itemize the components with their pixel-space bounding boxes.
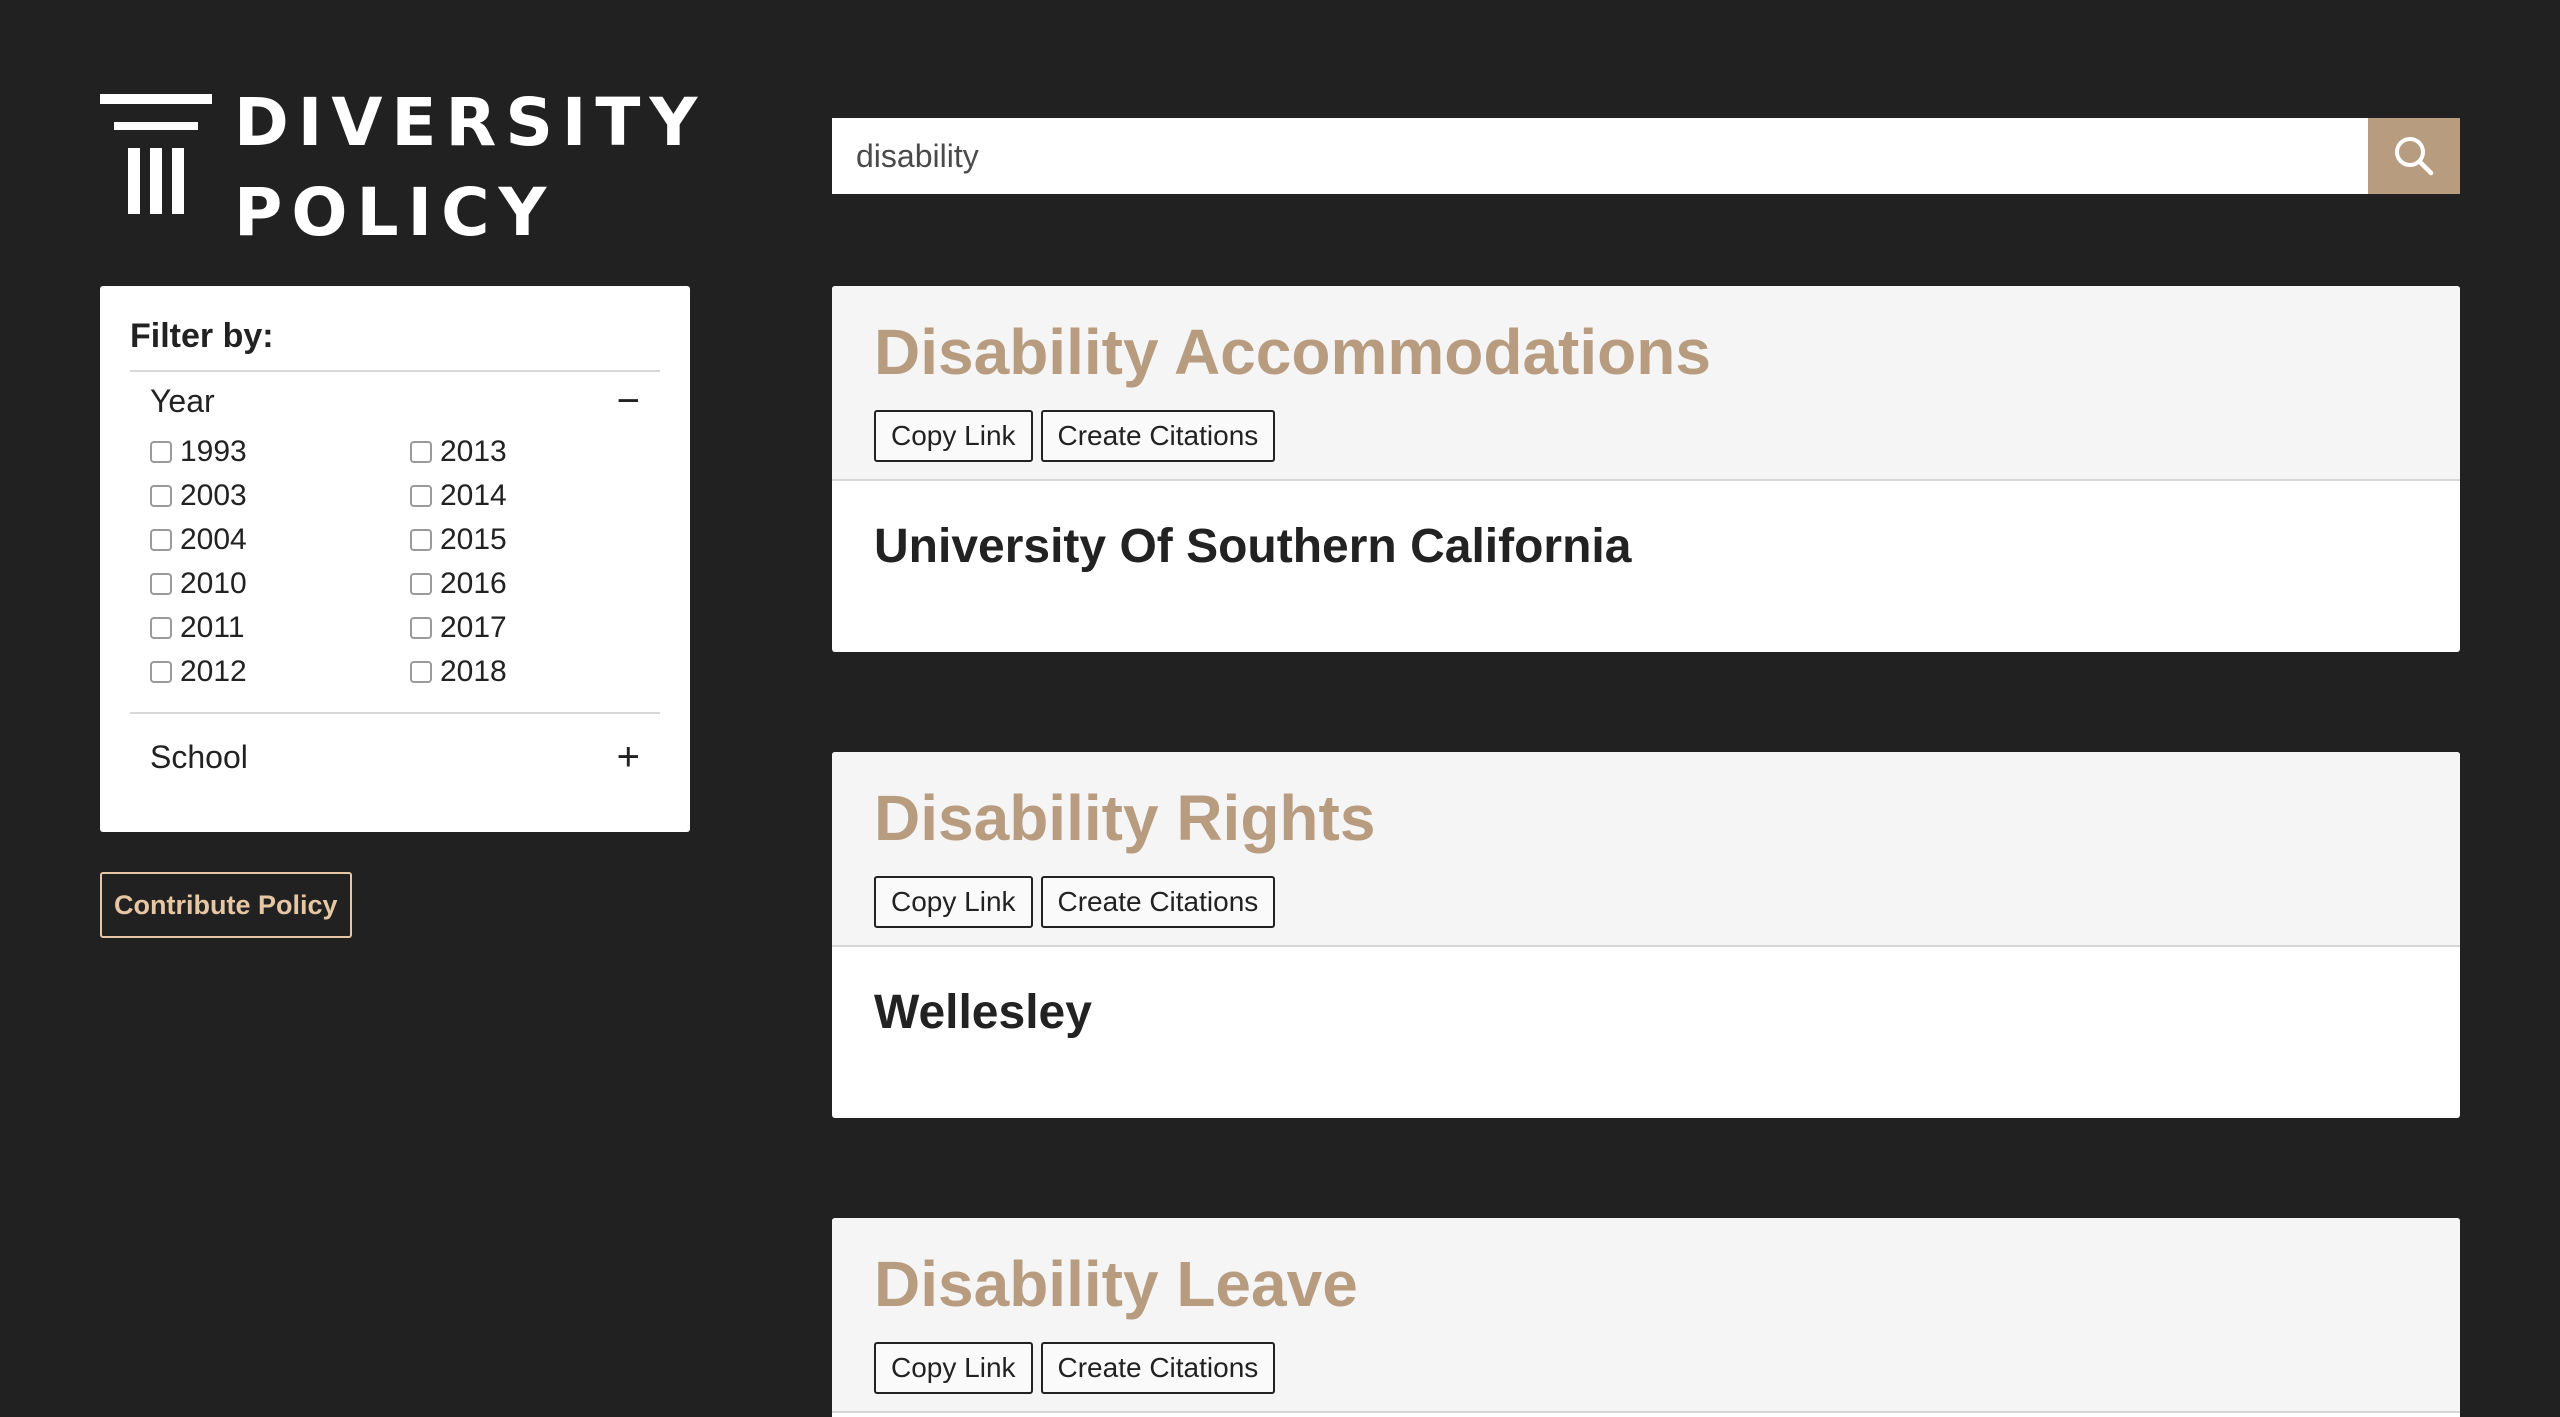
expand-icon[interactable]: + xyxy=(617,737,640,777)
checkbox[interactable] xyxy=(410,661,432,683)
year-filter-label: Year xyxy=(150,382,215,419)
create-citations-button[interactable]: Create Citations xyxy=(1040,876,1276,928)
year-option[interactable]: 2015 xyxy=(410,518,610,562)
year-option[interactable]: 2011 xyxy=(150,606,410,650)
year-option-label: 2018 xyxy=(440,655,507,688)
search-bar xyxy=(832,118,2460,194)
copy-link-button[interactable]: Copy Link xyxy=(874,876,1033,928)
year-option[interactable]: 2012 xyxy=(150,650,410,694)
year-option-label: 2013 xyxy=(440,435,507,468)
year-option-label: 2003 xyxy=(180,479,247,512)
year-option-label: 2012 xyxy=(180,655,247,688)
result-card: Disability Leave Copy Link Create Citati… xyxy=(832,1218,2460,1417)
checkbox[interactable] xyxy=(150,485,172,507)
year-option[interactable]: 1993 xyxy=(150,430,410,474)
filter-panel: Filter by: Year − 1993 2013 2003 2014 20… xyxy=(100,286,690,832)
year-option-label: 2015 xyxy=(440,523,507,556)
year-option[interactable]: 2004 xyxy=(150,518,410,562)
logo-line-2: POLICY xyxy=(234,174,556,251)
year-option[interactable]: 2016 xyxy=(410,562,610,606)
year-option[interactable]: 2013 xyxy=(410,430,610,474)
result-card: Disability Rights Copy Link Create Citat… xyxy=(832,752,2460,1118)
result-card-header: Disability Rights Copy Link Create Citat… xyxy=(832,752,2460,947)
checkbox[interactable] xyxy=(410,441,432,463)
result-card-body: University Of Southern California xyxy=(832,481,2460,651)
checkbox[interactable] xyxy=(150,661,172,683)
collapse-icon[interactable]: − xyxy=(617,381,640,421)
result-school: University Of Southern California xyxy=(874,520,1632,573)
contribute-policy-button[interactable]: Contribute Policy xyxy=(100,872,352,938)
logo-wordmark: DIVERSITY POLICY xyxy=(234,90,706,246)
create-citations-button[interactable]: Create Citations xyxy=(1040,1342,1276,1394)
create-citations-button[interactable]: Create Citations xyxy=(1040,410,1276,462)
year-option-label: 1993 xyxy=(180,435,247,468)
result-actions: Copy Link Create Citations xyxy=(874,410,2460,462)
checkbox[interactable] xyxy=(410,617,432,639)
year-filter-header[interactable]: Year − xyxy=(130,372,660,430)
year-option[interactable]: 2010 xyxy=(150,562,410,606)
checkbox[interactable] xyxy=(410,529,432,551)
copy-link-button[interactable]: Copy Link xyxy=(874,410,1033,462)
result-title[interactable]: Disability Accommodations xyxy=(874,312,2460,392)
columns-logo-icon xyxy=(100,94,212,214)
year-option-label: 2014 xyxy=(440,479,507,512)
site-logo[interactable]: DIVERSITY POLICY xyxy=(100,90,706,246)
year-option-label: 2011 xyxy=(180,611,245,644)
checkbox[interactable] xyxy=(410,573,432,595)
school-filter-header[interactable]: School + xyxy=(130,714,660,800)
checkbox[interactable] xyxy=(150,441,172,463)
year-option[interactable]: 2003 xyxy=(150,474,410,518)
school-filter-label: School xyxy=(150,738,248,775)
year-option-label: 2004 xyxy=(180,523,247,556)
search-button[interactable] xyxy=(2368,118,2460,194)
search-icon xyxy=(2395,137,2434,176)
result-school: Wellesley xyxy=(874,986,1092,1039)
checkbox[interactable] xyxy=(410,485,432,507)
year-option-label: 2010 xyxy=(180,567,247,600)
copy-link-button[interactable]: Copy Link xyxy=(874,1342,1033,1394)
result-card-body: Wellesley xyxy=(832,947,2460,1117)
checkbox[interactable] xyxy=(150,617,172,639)
checkbox[interactable] xyxy=(150,529,172,551)
year-option[interactable]: 2017 xyxy=(410,606,610,650)
search-input[interactable] xyxy=(832,118,2368,194)
result-card: Disability Accommodations Copy Link Crea… xyxy=(832,286,2460,652)
result-card-header: Disability Accommodations Copy Link Crea… xyxy=(832,286,2460,481)
result-actions: Copy Link Create Citations xyxy=(874,1342,2460,1394)
year-option[interactable]: 2018 xyxy=(410,650,610,694)
result-title[interactable]: Disability Leave xyxy=(874,1244,2460,1324)
year-option-label: 2016 xyxy=(440,567,507,600)
logo-line-1: DIVERSITY xyxy=(234,84,707,161)
checkbox[interactable] xyxy=(150,573,172,595)
year-option[interactable]: 2014 xyxy=(410,474,610,518)
result-title[interactable]: Disability Rights xyxy=(874,778,2460,858)
year-option-label: 2017 xyxy=(440,611,507,644)
result-card-header: Disability Leave Copy Link Create Citati… xyxy=(832,1218,2460,1413)
year-options: 1993 2013 2003 2014 2004 2015 2010 2016 … xyxy=(130,430,660,694)
filter-title: Filter by: xyxy=(130,317,274,355)
result-actions: Copy Link Create Citations xyxy=(874,876,2460,928)
